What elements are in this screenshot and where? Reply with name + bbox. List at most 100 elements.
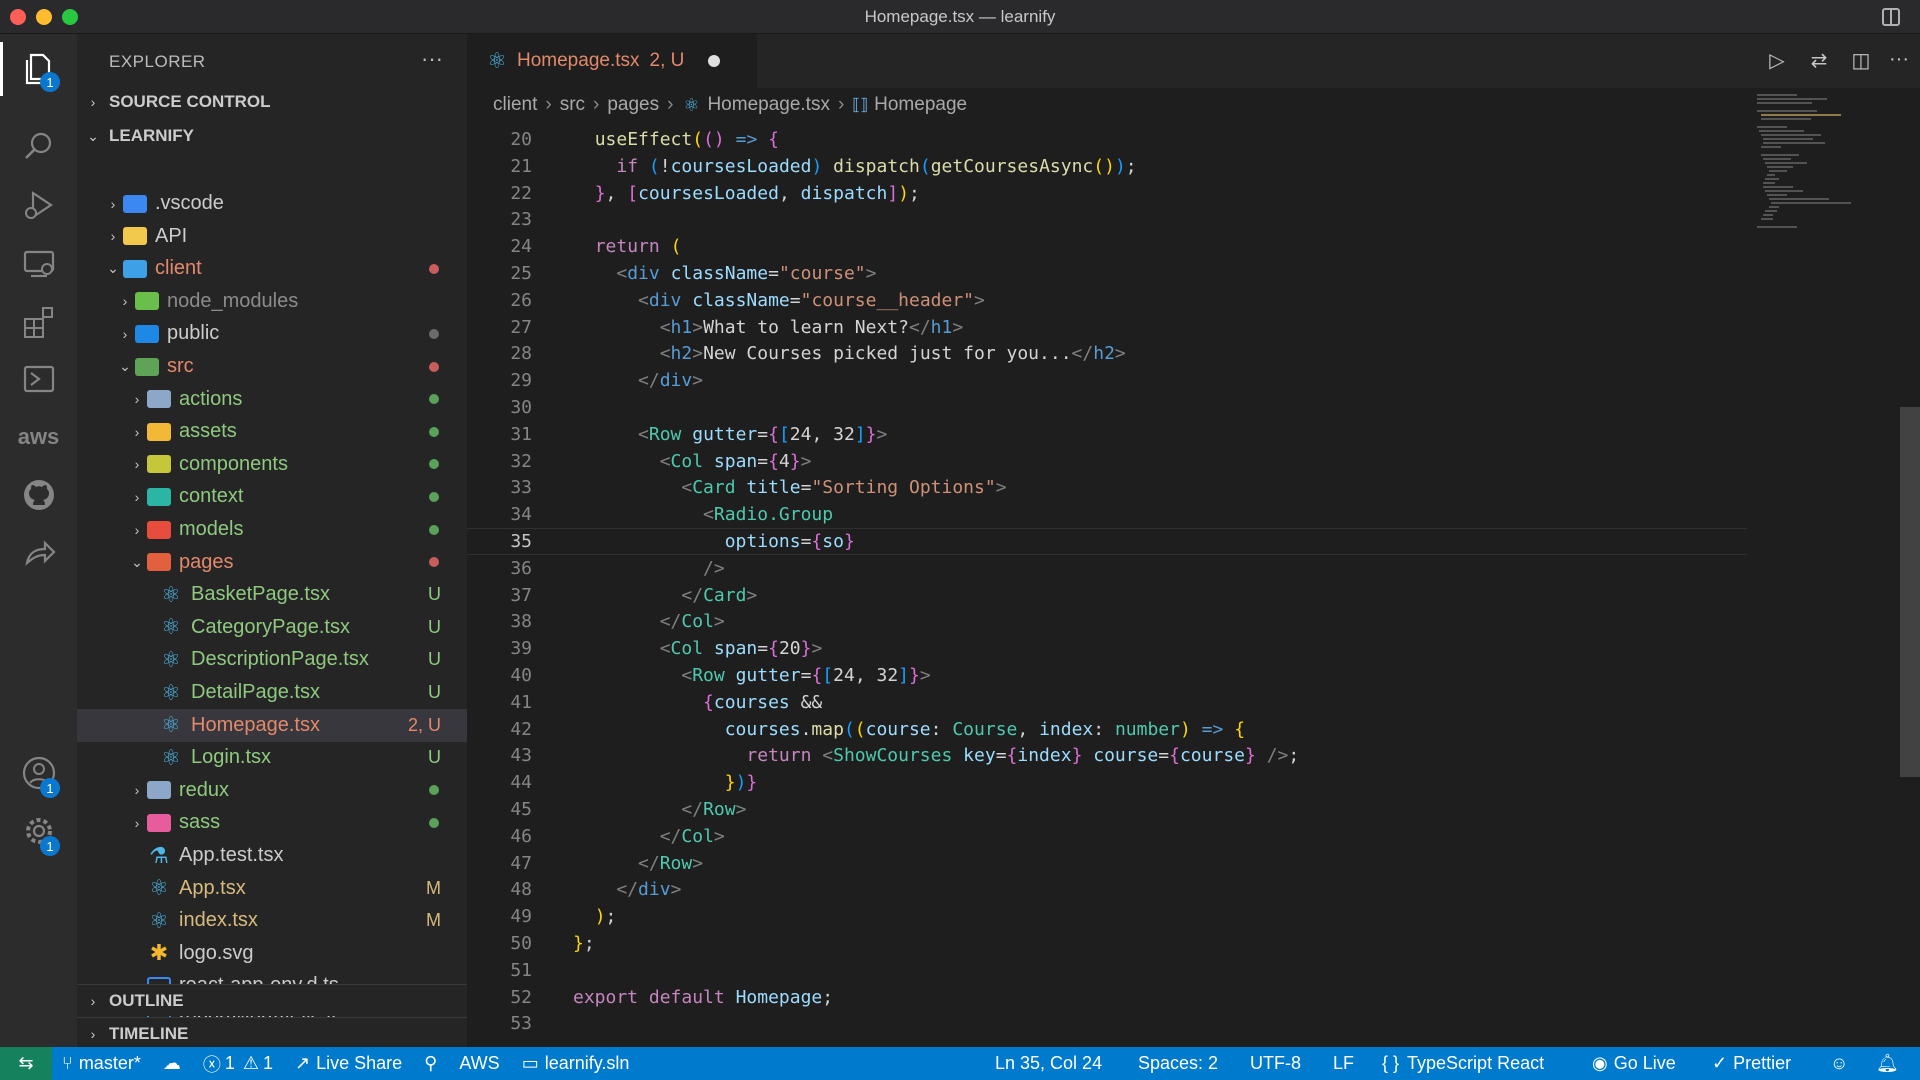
accounts-button[interactable]: 1: [0, 740, 77, 806]
more-actions-icon[interactable]: ···: [1886, 48, 1912, 74]
code-line[interactable]: 30: [467, 394, 1747, 421]
code-line[interactable]: 41 {courses &&: [467, 689, 1747, 716]
notifications-button[interactable]: 🔔︎: [1876, 1053, 1899, 1074]
tree-item[interactable]: › .vscode: [77, 187, 467, 220]
search-button[interactable]: [0, 114, 77, 180]
code-line[interactable]: 49 );: [467, 903, 1747, 930]
outline-section[interactable]: › OUTLINE: [77, 984, 467, 1016]
rocket-button[interactable]: ⚲: [424, 1053, 437, 1074]
code-line[interactable]: 34 <Radio.Group: [467, 501, 1747, 528]
code-line[interactable]: 50};: [467, 930, 1747, 957]
tree-item[interactable]: ⌄ src: [77, 350, 467, 383]
code-line[interactable]: 37 </Card>: [467, 582, 1747, 609]
tree-item[interactable]: ⚗ App.test.tsx: [77, 839, 467, 872]
feedback-button[interactable]: ☺: [1830, 1053, 1848, 1074]
zoom-window-button[interactable]: [62, 9, 78, 25]
code-line[interactable]: 33 <Card title="Sorting Options">: [467, 474, 1747, 501]
language-mode-button[interactable]: { } TypeScript React: [1382, 1053, 1544, 1074]
code-line[interactable]: 44 })}: [467, 769, 1747, 796]
live-share-button[interactable]: [0, 520, 77, 586]
tree-item[interactable]: › sass: [77, 806, 467, 839]
tree-item[interactable]: › node_modules: [77, 285, 467, 318]
live-share-status-button[interactable]: ↗ Live Share: [295, 1053, 402, 1074]
vertical-scrollbar[interactable]: [1900, 122, 1920, 1052]
tree-item[interactable]: ⚛ BasketPage.tsx U: [77, 578, 467, 611]
extensions-button[interactable]: [0, 288, 77, 354]
code-line[interactable]: 26 <div className="course__header">: [467, 287, 1747, 314]
tree-item[interactable]: ✱ logo.svg: [77, 937, 467, 970]
remote-indicator-button[interactable]: ⇆: [0, 1047, 52, 1080]
workspace-section[interactable]: ⌄ LEARNIFY: [77, 120, 467, 152]
code-line[interactable]: 35 options={so}: [467, 528, 1747, 555]
solution-button[interactable]: ▭ learnify.sln: [522, 1053, 630, 1074]
prettier-button[interactable]: ✓ Prettier: [1712, 1053, 1791, 1074]
code-line[interactable]: 53: [467, 1010, 1747, 1037]
github-button[interactable]: [0, 462, 77, 528]
branch-indicator[interactable]: ⑂ master*: [62, 1053, 141, 1074]
tree-item[interactable]: › API: [77, 220, 467, 253]
code-line[interactable]: 27 <h1>What to learn Next?</h1>: [467, 314, 1747, 341]
tab-homepage[interactable]: ⚛ Homepage.tsx 2, U: [467, 34, 757, 88]
code-line[interactable]: 29 </div>: [467, 367, 1747, 394]
unsaved-dot-icon[interactable]: [708, 55, 721, 67]
code-line[interactable]: 32 <Col span={4}>: [467, 448, 1747, 475]
tree-item[interactable]: › components: [77, 448, 467, 481]
indentation-button[interactable]: Spaces: 2: [1138, 1053, 1218, 1074]
aws-status-button[interactable]: AWS: [459, 1053, 499, 1074]
code-line[interactable]: 45 </Row>: [467, 796, 1747, 823]
minimap[interactable]: [1755, 92, 1885, 232]
tree-item[interactable]: ⚛ DetailPage.tsx U: [77, 676, 467, 709]
tree-item[interactable]: › models: [77, 513, 467, 546]
scrollbar-thumb[interactable]: [1900, 407, 1920, 777]
terminal-button[interactable]: [0, 346, 77, 412]
go-live-button[interactable]: ◉ Go Live: [1592, 1053, 1676, 1074]
remote-explorer-button[interactable]: [0, 230, 77, 296]
run-file-icon[interactable]: ▷: [1764, 48, 1790, 74]
code-line[interactable]: 48 </div>: [467, 876, 1747, 903]
code-line[interactable]: 38 </Col>: [467, 608, 1747, 635]
run-debug-button[interactable]: [0, 172, 77, 238]
tree-item[interactable]: ⌄ pages: [77, 546, 467, 579]
code-line[interactable]: 23: [467, 206, 1747, 233]
code-line[interactable]: 36 />: [467, 555, 1747, 582]
aws-button[interactable]: aws: [0, 404, 77, 470]
code-line[interactable]: 22 }, [coursesLoaded, dispatch]);: [467, 180, 1747, 207]
breadcrumb-item[interactable]: pages: [607, 94, 659, 116]
tree-item[interactable]: ⚛ CategoryPage.tsx U: [77, 611, 467, 644]
explorer-button[interactable]: 1: [0, 36, 77, 102]
timeline-section[interactable]: › TIMELINE: [77, 1017, 467, 1047]
code-line[interactable]: 52 export default Homepage;: [467, 984, 1747, 1011]
code-line[interactable]: 31 <Row gutter={[24, 32]}>: [467, 421, 1747, 448]
tree-item[interactable]: › actions: [77, 383, 467, 416]
tree-item[interactable]: ⚛ DescriptionPage.tsx U: [77, 643, 467, 676]
sync-button[interactable]: ☁: [163, 1053, 181, 1074]
breadcrumb-item[interactable]: src: [560, 94, 585, 116]
customize-layout-icon[interactable]: [1882, 8, 1900, 26]
code-line[interactable]: 39 <Col span={20}>: [467, 635, 1747, 662]
code-line[interactable]: 42 courses.map((course: Course, index: n…: [467, 716, 1747, 743]
code-line[interactable]: 46 </Col>: [467, 823, 1747, 850]
code-line[interactable]: 20 useEffect(() => {: [467, 126, 1747, 153]
code-editor[interactable]: 20 useEffect(() => {21 if (!coursesLoade…: [467, 126, 1747, 1056]
code-line[interactable]: 40 <Row gutter={[24, 32]}>: [467, 662, 1747, 689]
problems-indicator[interactable]: ⓧ 1 ⚠ 1: [203, 1051, 273, 1077]
tree-item[interactable]: ⌄ client: [77, 252, 467, 285]
breadcrumb-item[interactable]: client: [493, 94, 537, 116]
tree-item[interactable]: ⚛ Homepage.tsx 2, U: [77, 708, 467, 742]
code-line[interactable]: 24 return (: [467, 233, 1747, 260]
eol-button[interactable]: LF: [1333, 1053, 1354, 1074]
breadcrumb-item[interactable]: Homepage.tsx: [707, 94, 830, 116]
source-control-section[interactable]: › SOURCE CONTROL: [77, 86, 467, 118]
minimize-window-button[interactable]: [36, 9, 52, 25]
close-window-button[interactable]: [10, 9, 26, 25]
tree-item[interactable]: › public: [77, 317, 467, 350]
breadcrumb-item[interactable]: Homepage: [874, 94, 967, 116]
tree-item[interactable]: ⚛ index.tsx M: [77, 904, 467, 937]
tree-item[interactable]: ⚛ Login.tsx U: [77, 741, 467, 774]
code-line[interactable]: 21 if (!coursesLoaded) dispatch(getCours…: [467, 153, 1747, 180]
tree-item[interactable]: › context: [77, 480, 467, 513]
more-actions-icon[interactable]: ···: [421, 46, 443, 72]
open-changes-icon[interactable]: ⇄: [1806, 48, 1832, 74]
tree-item[interactable]: › redux: [77, 774, 467, 807]
manage-button[interactable]: 1: [0, 798, 77, 864]
